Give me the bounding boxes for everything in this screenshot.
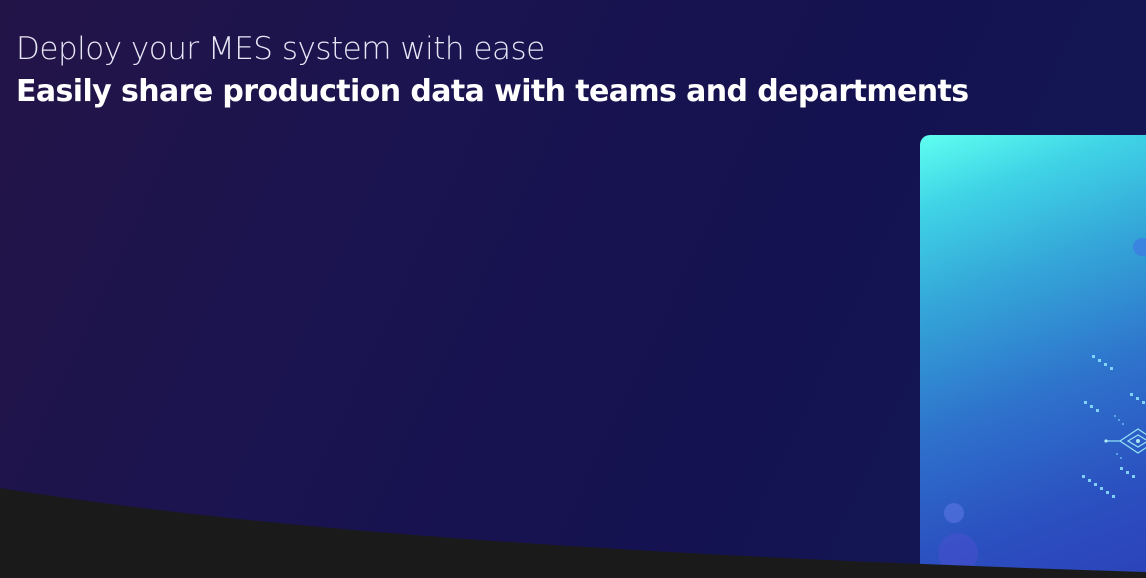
- bottom-wave-divider: [0, 488, 1146, 578]
- hero-section: Deploy your MES system with ease Easily …: [0, 0, 1146, 578]
